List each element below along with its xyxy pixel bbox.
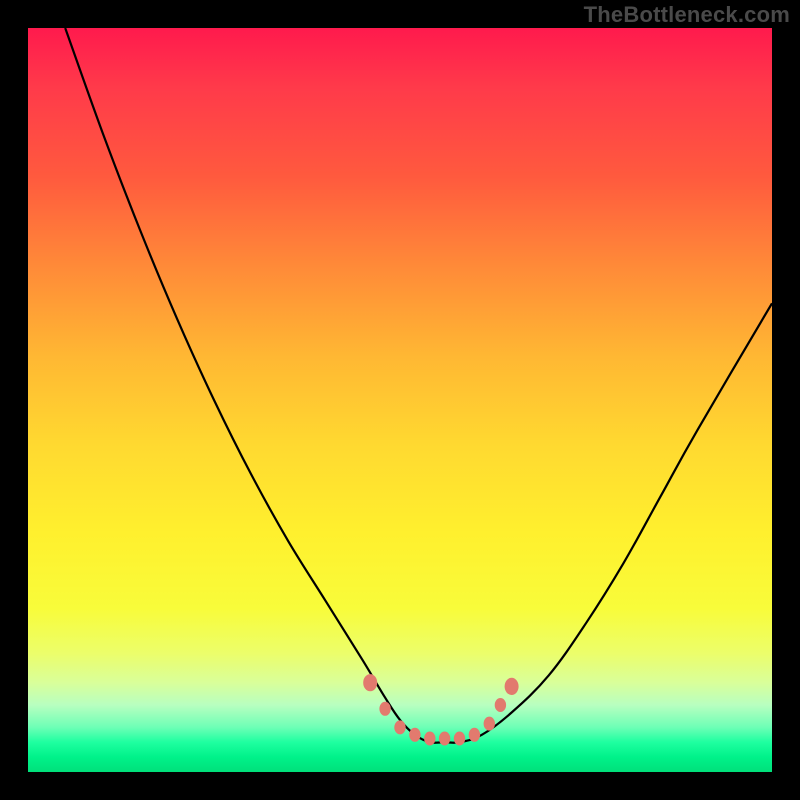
curve-svg [28,28,772,772]
chart-frame: TheBottleneck.com [0,0,800,800]
highlight-marker [410,728,420,741]
marker-group [364,675,518,745]
highlight-marker [469,728,479,741]
watermark-text: TheBottleneck.com [584,2,790,28]
highlight-marker [395,721,405,734]
highlight-marker [484,717,494,730]
highlight-marker [364,675,377,691]
highlight-marker [425,732,435,745]
highlight-marker [380,702,390,715]
plot-area [28,28,772,772]
highlight-marker [505,678,518,694]
highlight-marker [454,732,464,745]
highlight-marker [495,699,505,712]
bottleneck-curve [65,28,772,743]
highlight-marker [439,732,449,745]
